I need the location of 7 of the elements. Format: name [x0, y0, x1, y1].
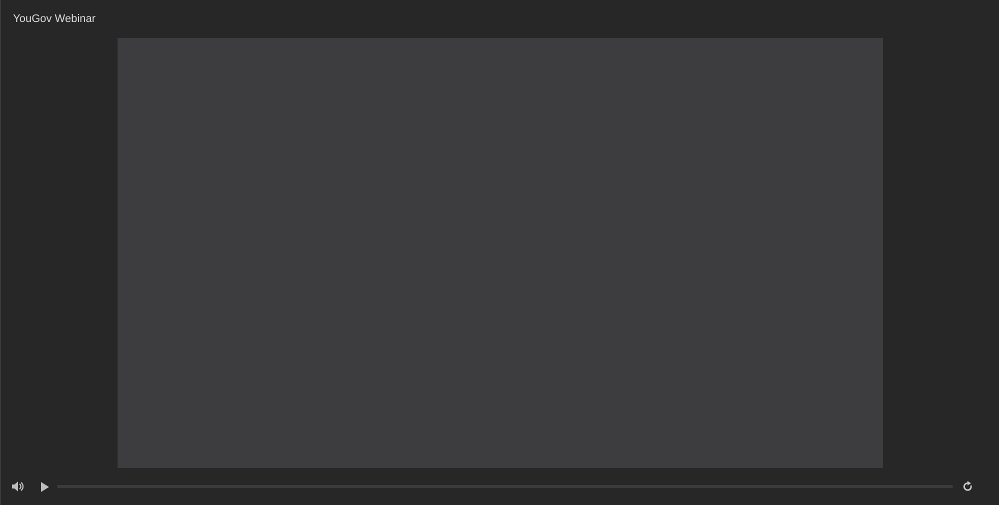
speaker-icon: [12, 481, 24, 492]
play-icon: [41, 482, 49, 492]
window-title: YouGov Webinar: [12, 12, 97, 27]
volume-button[interactable]: [12, 481, 24, 492]
replay-button[interactable]: [963, 481, 973, 492]
play-button[interactable]: [41, 482, 49, 492]
reload-icon: [963, 481, 973, 492]
